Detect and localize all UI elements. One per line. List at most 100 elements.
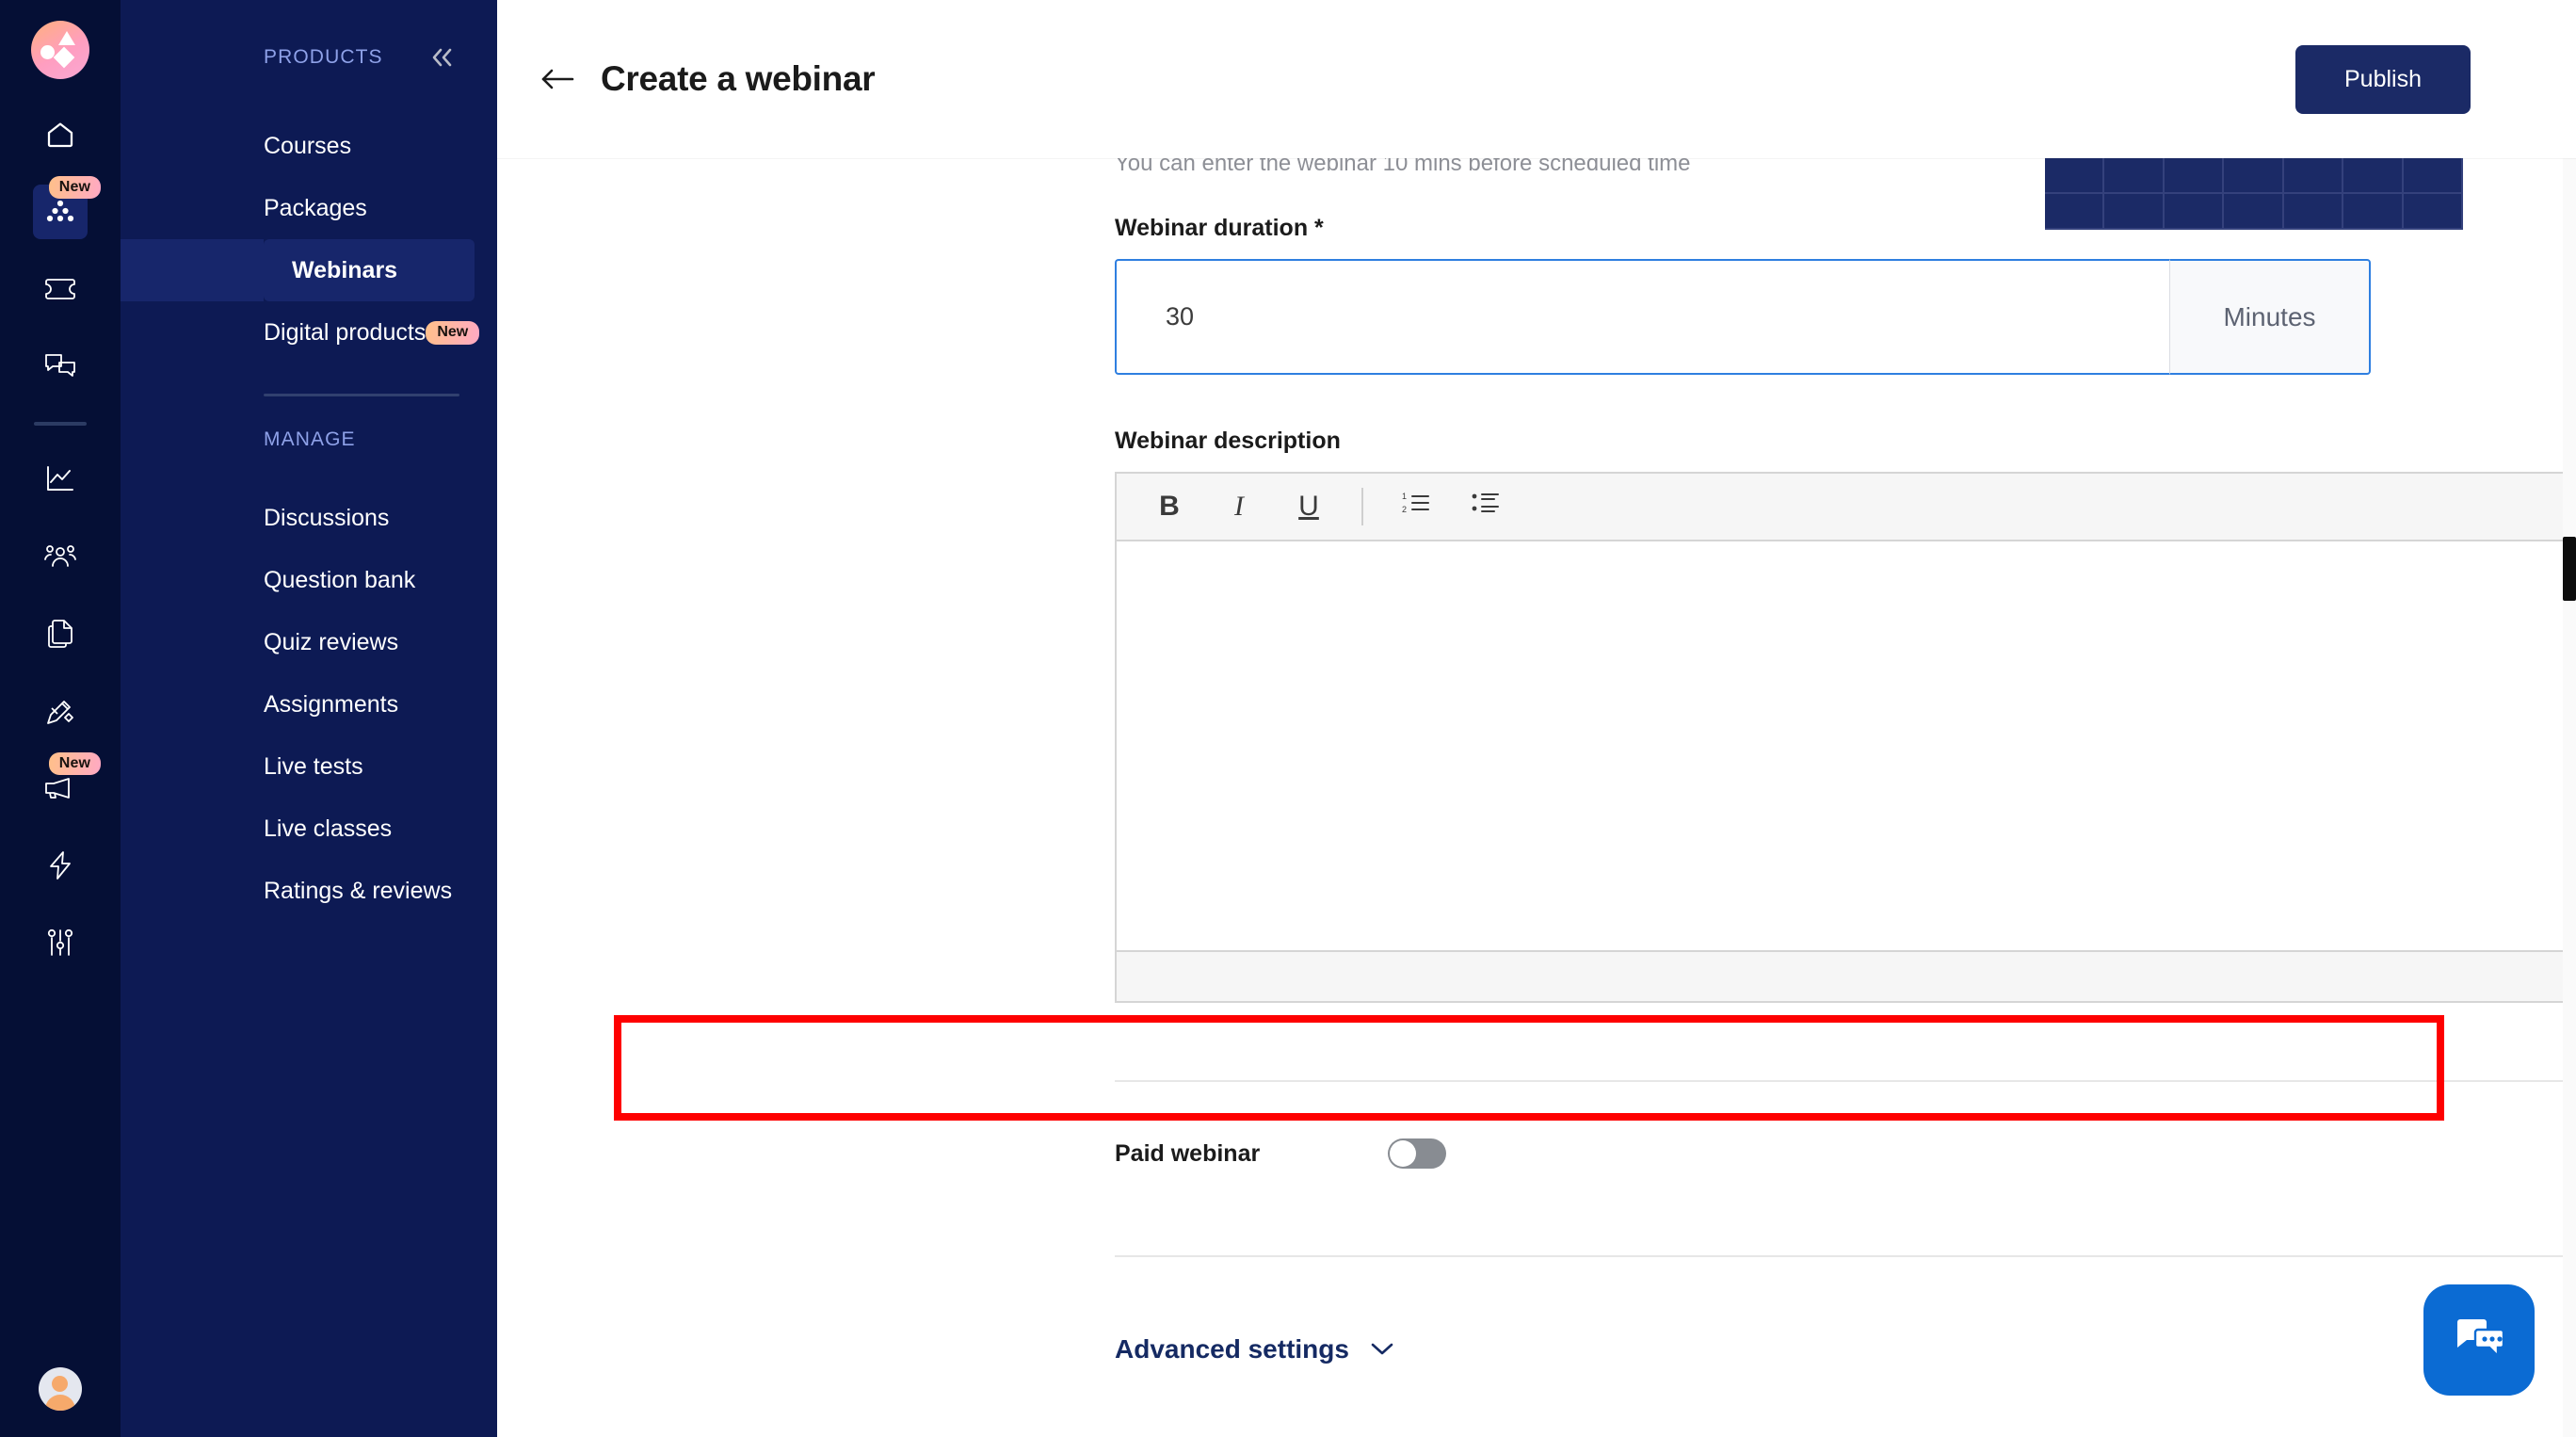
toggle-knob [1390,1140,1416,1167]
sidebar-item-digital-products[interactable]: Digital products New [264,301,480,363]
svg-text:1: 1 [1402,492,1407,501]
rail-item-coupons[interactable] [33,262,88,316]
duration-unit-select[interactable]: Minutes [2169,259,2371,375]
rail-item-learners[interactable] [33,529,88,584]
sidebar-item-discussions[interactable]: Discussions [264,487,476,549]
sidebar-item-label: Live classes [264,815,393,842]
editor-toolbar: B I U 12 [1115,472,2576,540]
ticket-icon [44,278,76,300]
date-cell [2403,158,2463,194]
home-icon [45,120,75,150]
date-cell [2104,194,2165,230]
window-scrollbar-thumb[interactable] [2563,537,2576,601]
date-cell [2283,158,2344,194]
sliders-icon [46,928,74,958]
sidebar-item-label: Quiz reviews [264,628,399,655]
sidebar-item-label: Webinars [292,256,398,283]
sidebar-item-label: Ratings & reviews [264,877,453,904]
sidebar-products-title: PRODUCTS [264,46,383,68]
double-chevron-left-icon[interactable] [427,46,456,69]
description-editor: B I U 12 [1115,472,2576,1003]
duration-input[interactable] [1115,259,2169,375]
rail-item-automations[interactable] [33,838,88,893]
duration-field-group: Minutes [1115,259,2371,375]
sidebar-badge-new: New [426,320,480,345]
documents-icon [46,619,74,649]
rail-item-analytics[interactable] [33,452,88,507]
date-cell [2164,158,2225,194]
sidebar-item-label: Live tests [264,752,363,780]
publish-button[interactable]: Publish [2295,44,2471,114]
sidebar-item-label: Digital products [264,318,427,346]
sidebar-item-label: Courses [264,132,352,159]
sidebar-item-courses[interactable]: Courses [264,115,476,177]
sidebar-item-label: Question bank [264,566,416,593]
chevron-down-icon [1368,1334,1396,1364]
advanced-settings-label: Advanced settings [1115,1334,1349,1364]
sidebar-item-label: Assignments [264,690,399,718]
editor-text-area[interactable] [1115,540,2576,950]
editor-footer [1115,950,2576,1003]
date-cell [2045,158,2105,194]
sidebar-item-webinars[interactable]: Webinars [121,239,475,301]
date-cell [2283,194,2344,230]
form-scroll-area: You can enter the webinar 10 mins before… [497,158,2576,1437]
logo-diamond-shape [53,46,75,69]
sidebar-divider [264,394,459,396]
advanced-settings-toggle[interactable]: Advanced settings [1115,1334,1396,1364]
paid-webinar-row: Paid webinar [1115,1123,2576,1184]
svg-text:2: 2 [1402,505,1407,514]
arrow-left-icon[interactable] [539,64,576,94]
rail-item-products[interactable]: New [33,176,101,239]
sidebar-products-header: PRODUCTS [121,41,497,73]
pen-ruler-icon [45,696,75,726]
rail-item-home[interactable] [33,107,88,162]
rail-item-pages[interactable] [33,606,88,661]
lightning-icon [48,850,72,880]
region-divider [1115,1080,2576,1082]
rail-item-settings[interactable] [33,915,88,970]
sidebar-item-packages[interactable]: Packages [264,177,476,239]
people-icon [44,543,76,570]
sidebar-item-quiz-reviews[interactable]: Quiz reviews [264,611,476,673]
page-title: Create a webinar [601,59,876,98]
rail-item-design[interactable] [33,684,88,738]
icon-rail: New New [0,0,121,1437]
date-cell [2224,158,2284,194]
graphy-logo[interactable] [31,21,89,79]
date-cell [2164,194,2225,230]
date-cell [2343,158,2404,194]
date-cell [2224,194,2284,230]
rail-item-conversations[interactable] [33,339,88,394]
avatar[interactable] [39,1367,82,1411]
products-icon [44,198,76,226]
bullet-list-button[interactable] [1463,484,1508,529]
sidebar-item-assignments[interactable]: Assignments [264,673,476,735]
chat-support-button[interactable] [2423,1284,2535,1396]
section-divider [1115,1255,2576,1257]
sidebar-item-live-classes[interactable]: Live classes [264,798,476,860]
sidebar-item-live-tests[interactable]: Live tests [264,735,476,798]
form-content: You can enter the webinar 10 mins before… [497,158,2576,1364]
ordered-list-icon: 12 [1402,491,1430,523]
highlighted-region [1115,1012,2576,1129]
ordered-list-button[interactable]: 12 [1393,484,1439,529]
paid-webinar-label: Paid webinar [1115,1139,1261,1167]
bullet-list-icon [1472,491,1500,523]
logo-triangle-shape [58,31,75,45]
page-header: Create a webinar Publish [497,0,2576,158]
date-cell [2045,194,2105,230]
sidebar-item-ratings-reviews[interactable]: Ratings & reviews [264,860,476,922]
sidebar-nav: PRODUCTS Courses Packages Webinars Digit… [121,0,497,1437]
page-scrollbar-track[interactable] [2563,158,2576,1437]
paid-webinar-toggle[interactable] [1388,1138,1446,1169]
italic-button[interactable]: I [1216,484,1262,529]
underline-button[interactable]: U [1286,484,1331,529]
bold-button[interactable]: B [1147,484,1192,529]
line-chart-icon [45,465,75,493]
app-root: New New PRODUCTS Courses Packages Webina… [0,0,2576,1437]
rail-item-marketing[interactable]: New [33,752,101,815]
rail-badge-new-marketing: New [48,752,101,776]
sidebar-item-label: Discussions [264,504,390,531]
sidebar-item-question-bank[interactable]: Question bank [264,549,476,611]
